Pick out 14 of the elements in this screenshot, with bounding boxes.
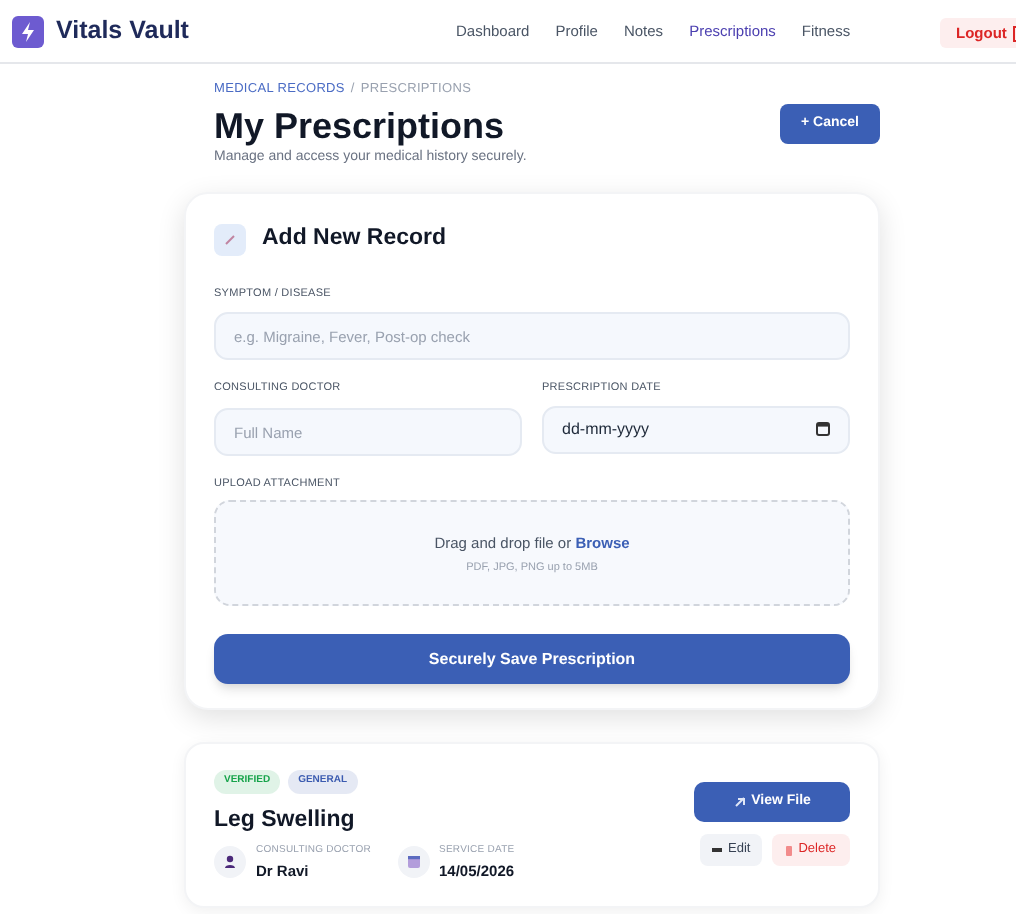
link-icon (733, 796, 746, 809)
form-title: Add New Record (262, 224, 447, 255)
calendar-icon[interactable] (816, 422, 830, 436)
page-title: My Prescriptions (214, 103, 507, 148)
date-field[interactable]: dd-mm-yyyy (542, 405, 850, 453)
person-icon (214, 846, 246, 879)
dash-icon (712, 848, 722, 853)
save-button[interactable]: Securely Save Prescription (214, 634, 850, 685)
record-title: Leg Swelling (214, 805, 357, 836)
brand-name: Vitals Vault (56, 14, 189, 49)
logo-icon (12, 15, 44, 47)
pencil-icon (214, 223, 246, 256)
trash-icon (786, 845, 793, 856)
calendar-icon (397, 846, 429, 879)
